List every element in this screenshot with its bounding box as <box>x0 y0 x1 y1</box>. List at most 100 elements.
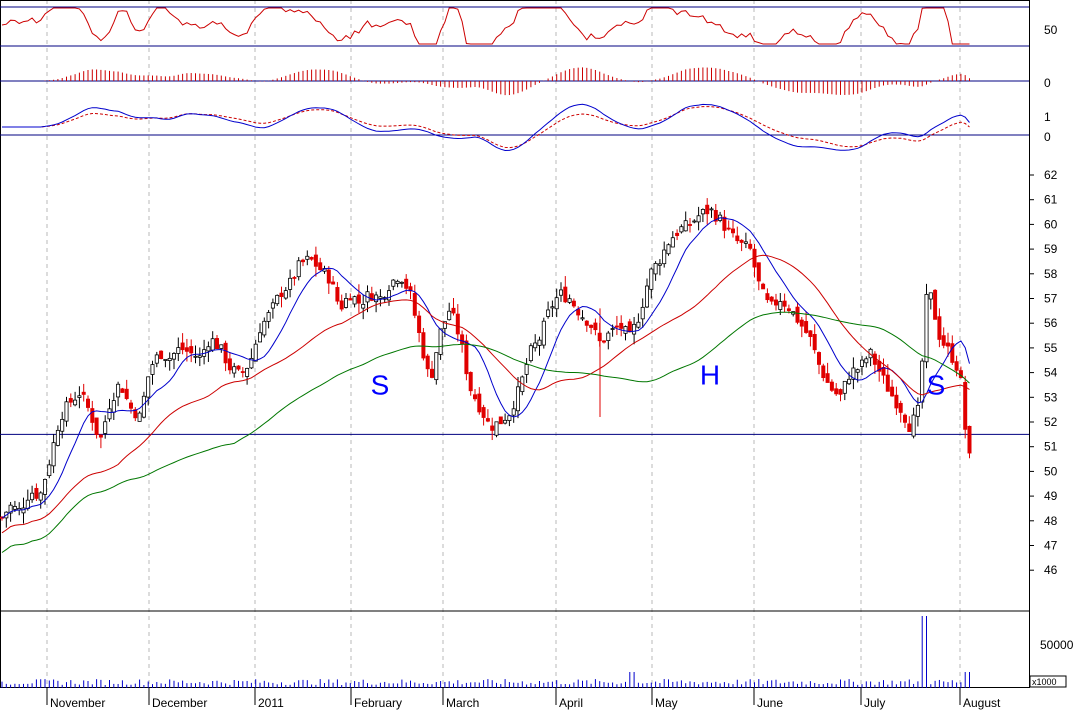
candle-body <box>769 296 774 302</box>
candle-body <box>554 297 559 310</box>
candle-body <box>907 423 912 432</box>
candle-body <box>705 204 710 215</box>
oscillator-line <box>2 103 970 152</box>
candle-body <box>786 308 791 311</box>
candle-body <box>498 416 503 425</box>
candle-body <box>245 367 250 377</box>
month-label: April <box>559 696 583 710</box>
candle-body <box>38 492 43 501</box>
candle-body <box>103 421 108 434</box>
candle-body <box>219 344 224 349</box>
candle-body <box>292 277 297 279</box>
candle-body <box>309 257 314 260</box>
candle-body <box>137 412 142 422</box>
candle-body <box>894 394 899 409</box>
candle-body <box>933 289 938 320</box>
candle-body <box>451 307 456 314</box>
candle-body <box>163 358 168 361</box>
candle-body <box>395 280 400 284</box>
candle-body <box>743 241 748 244</box>
candle-body <box>696 215 701 223</box>
candle-body <box>731 228 736 234</box>
candle-body <box>51 442 56 467</box>
candle-body <box>98 434 103 438</box>
candle-body <box>864 358 869 364</box>
candle-body <box>679 226 684 233</box>
candle-body <box>657 263 662 266</box>
axis-labels: 62 61 60 59 58 57 56 55 54 53 52 51 50 49 48 47 46 50 0 1 0 5… <box>46 23 1074 710</box>
candle-body <box>348 298 353 301</box>
pattern-label: S <box>927 369 946 400</box>
candle-body <box>270 302 275 309</box>
candle-body <box>688 224 693 226</box>
candle-body <box>808 330 813 338</box>
candle-body <box>361 303 366 309</box>
candle-body <box>915 405 920 417</box>
candle-body <box>782 300 787 307</box>
candle-body <box>159 350 164 360</box>
candle-body <box>903 414 908 423</box>
candle-body <box>460 334 465 345</box>
candle-body <box>494 421 499 436</box>
price-tick-label: 48 <box>1044 514 1058 528</box>
candle-body <box>262 320 267 336</box>
candle-body <box>640 306 645 320</box>
candle-body <box>838 389 843 395</box>
candle-body <box>576 308 581 316</box>
candle-body <box>356 294 361 304</box>
candle-body <box>885 374 890 392</box>
candle-body <box>735 235 740 242</box>
candle-body <box>860 359 865 367</box>
candle-body <box>77 395 82 398</box>
candle-body <box>197 355 202 358</box>
candle-body <box>21 507 26 514</box>
candle-body <box>817 352 822 365</box>
candle-body <box>666 244 671 255</box>
candle-body <box>584 320 589 326</box>
price-tick-label: 49 <box>1044 489 1058 503</box>
month-label: November <box>50 696 105 710</box>
candle-body <box>94 417 99 435</box>
candle-body <box>726 227 731 230</box>
candle-body <box>318 262 323 271</box>
candle-body <box>339 300 344 310</box>
candle-body <box>937 316 942 340</box>
candle-body <box>756 262 761 282</box>
candle-body <box>670 237 675 248</box>
oscillator-panel <box>2 103 970 152</box>
candle-body <box>189 346 194 354</box>
candle-body <box>842 380 847 394</box>
candle-body <box>107 408 112 420</box>
panel-tick-label-0: 50 <box>1044 23 1058 37</box>
candle-body <box>279 292 284 297</box>
candle-body <box>421 332 426 359</box>
price-tick-label: 62 <box>1044 168 1058 182</box>
candle-body <box>778 301 783 310</box>
candle-body <box>73 399 78 406</box>
candle-body <box>481 407 486 418</box>
candle-body <box>924 294 929 363</box>
candle-body <box>240 371 245 373</box>
price-tick-label: 60 <box>1044 217 1058 231</box>
candle-body <box>326 269 331 284</box>
candle-body <box>404 278 409 289</box>
month-label: July <box>864 696 885 710</box>
candle-body <box>210 338 215 351</box>
candle-body <box>485 418 490 422</box>
candle-body <box>120 388 125 393</box>
candle-body <box>954 361 959 371</box>
candle-body <box>524 364 529 375</box>
candle-body <box>503 419 508 424</box>
candle-body <box>623 326 628 334</box>
candle-body <box>378 296 383 299</box>
candle-body <box>374 294 379 303</box>
month-label: June <box>757 696 783 710</box>
candle-body <box>550 306 555 309</box>
candle-body <box>627 321 632 333</box>
price-tick-label: 58 <box>1044 267 1058 281</box>
candle-body <box>546 309 551 317</box>
candle-body <box>683 220 688 232</box>
candle-body <box>739 239 744 243</box>
candle-body <box>128 402 133 409</box>
oscillator-signal-line <box>2 106 970 149</box>
